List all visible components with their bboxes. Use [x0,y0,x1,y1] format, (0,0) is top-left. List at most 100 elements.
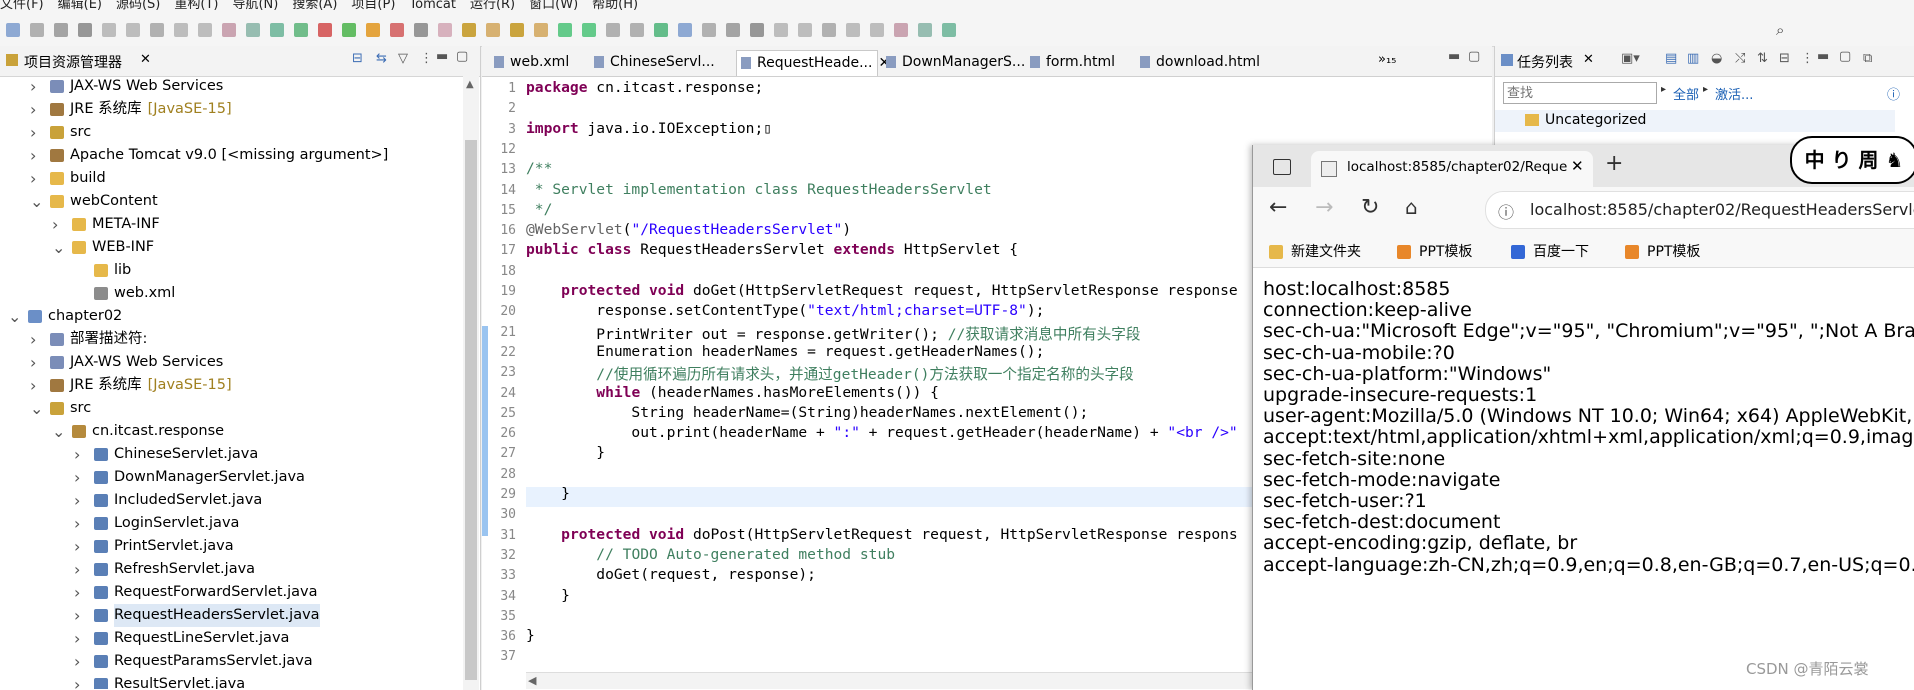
menu-item[interactable]: 文件(F) [0,0,44,12]
address-bar[interactable]: ⓘ localhost:8585/chapter02/RequestHeader… [1485,191,1914,229]
twisty-icon[interactable]: › [74,650,80,673]
forward-icon[interactable]: → [1315,195,1333,220]
tree-item[interactable]: › ResultServlet.java [0,673,462,689]
menu-item[interactable]: 导航(N) [232,0,278,12]
code-line[interactable]: protected void doPost(HttpServletRequest… [526,526,1238,543]
code-line[interactable]: package cn.itcast.response; [526,79,763,96]
code-line[interactable]: out.print(headerName + ":" + request.get… [526,424,1237,441]
toolbar-button-icon[interactable] [54,23,68,37]
toolbar-button-icon[interactable] [822,23,836,37]
code-line[interactable]: doGet(request, response); [526,566,816,583]
toolbar-button-icon[interactable] [222,23,236,37]
tree-item[interactable]: › RequestLineServlet.java [0,627,462,650]
toolbar-button-icon[interactable] [702,23,716,37]
twisty-icon[interactable]: › [30,121,36,144]
tree-item[interactable]: › Apache Tomcat v9.0 [<missing argument>] [0,144,462,167]
menu-item[interactable]: 运行(R) [470,0,515,12]
maximize-icon[interactable]: ▢ [1468,49,1480,64]
tree-item[interactable]: › JRE 系统库 [JavaSE-15] [0,98,462,121]
toolbar-button-icon[interactable] [462,23,476,37]
twisty-icon[interactable]: › [74,535,80,558]
editor-tab[interactable]: RequestHeade... ✕ [736,50,890,76]
twisty-icon[interactable]: › [30,167,36,190]
code-line[interactable]: public class RequestHeadersServlet exten… [526,241,1018,258]
help-icon[interactable]: ⓘ [1887,84,1900,103]
scheduled-icon[interactable]: ▥ [1687,51,1699,66]
code-line[interactable]: // TODO Auto-generated method stub [526,546,895,563]
sync-icon[interactable]: ⇅ [1757,51,1768,66]
twisty-icon[interactable]: › [74,627,80,650]
toolbar-button-icon[interactable] [414,23,428,37]
code-line[interactable]: //使用循环遍历所有请求头，并通过getHeader()方法获取一个指定名称的头… [526,363,1133,384]
twisty-icon[interactable]: › [74,489,80,512]
tree-item[interactable]: › META-INF [0,213,462,236]
tree-item[interactable]: › IncludedServlet.java [0,489,462,512]
twisty-icon[interactable]: › [74,581,80,604]
bookmark-item[interactable]: PPT模板 [1625,241,1700,261]
twisty-icon[interactable]: › [74,558,80,581]
home-icon[interactable]: ⌂ [1405,195,1418,219]
twisty-icon[interactable]: › [30,351,36,374]
toolbar-button-icon[interactable] [78,23,92,37]
menu-item[interactable]: 帮助(H) [592,0,638,12]
activate-link[interactable]: 激活... [1715,84,1753,103]
close-icon[interactable]: ✕ [1583,52,1594,67]
toolbar-button-icon[interactable] [486,23,500,37]
twisty-icon[interactable]: › [52,213,58,236]
toolbar-button-icon[interactable] [318,23,332,37]
code-line[interactable]: */ [526,201,553,218]
twisty-icon[interactable]: › [30,98,36,121]
menu-item[interactable]: Tomcat [409,0,456,12]
tree-item[interactable]: › build [0,167,462,190]
close-icon[interactable]: ✕ [140,52,151,67]
minimize-icon[interactable]: ▬ [436,49,448,64]
editor-tab[interactable]: DownManagerS... [882,50,1025,75]
view-menu-icon[interactable]: ⋮ [1801,51,1814,66]
menu-item[interactable]: 重构(T) [174,0,218,12]
filter-icon[interactable]: ▽ [398,51,408,66]
twisty-icon[interactable]: › [74,512,80,535]
bookmark-item[interactable]: PPT模板 [1397,241,1472,261]
toolbar-button-icon[interactable] [6,23,20,37]
code-line[interactable]: /** [526,160,552,177]
minimize-icon[interactable]: ▬ [1817,49,1829,64]
task-search-input[interactable] [1503,82,1657,104]
toolbar-button-icon[interactable] [366,23,380,37]
toolbar-button-icon[interactable] [270,23,284,37]
menu-item[interactable]: 搜索(A) [292,0,337,12]
tab-overflow-label[interactable]: »₁₅ [1378,52,1396,67]
tree-item[interactable]: › JAX-WS Web Services [0,77,462,98]
toolbar-button-icon[interactable] [150,23,164,37]
bookmark-item[interactable]: 百度一下 [1511,241,1589,261]
tree-item[interactable]: ⌄ chapter02 [0,305,462,328]
tree-item[interactable]: › JRE 系统库 [JavaSE-15] [0,374,462,397]
toolbar-button-icon[interactable] [30,23,44,37]
restore-icon[interactable]: ⧉ [1863,51,1872,66]
hide-completed-icon[interactable]: ⤭ [1735,51,1745,66]
tree-item[interactable]: › RequestHeadersServlet.java [0,604,462,627]
code-line[interactable]: } [526,587,570,604]
tree-scrollbar-thumb[interactable] [465,140,477,680]
tree-item[interactable]: › ChineseServlet.java [0,443,462,466]
menu-item[interactable]: 窗口(W) [529,0,578,12]
close-tab-icon[interactable]: ✕ [1571,157,1584,175]
toolbar-button-icon[interactable] [198,23,212,37]
tree-item[interactable]: ⌄ src [0,397,462,420]
tree-item[interactable]: › PrintServlet.java [0,535,462,558]
toolbar-button-icon[interactable] [750,23,764,37]
categorized-icon[interactable]: ▤ [1665,51,1677,66]
tree-item[interactable]: ⌄ cn.itcast.response [0,420,462,443]
menu-item[interactable]: 源码(S) [116,0,160,12]
info-icon[interactable]: ⓘ [1498,199,1514,223]
tree-item[interactable]: › 部署描述符: [0,328,462,351]
twisty-icon[interactable]: › [74,604,80,627]
collapse-all-icon[interactable]: ⊟ [352,51,363,66]
tree-item[interactable]: › RequestForwardServlet.java [0,581,462,604]
toolbar-button-icon[interactable] [630,23,644,37]
tree-item[interactable]: › DownManagerServlet.java [0,466,462,489]
toolbar-button-icon[interactable] [942,23,956,37]
search-icon[interactable]: ⌕ [1776,21,1784,39]
toolbar-button-icon[interactable] [558,23,572,37]
toolbar-button-icon[interactable] [894,23,908,37]
toolbar-button-icon[interactable] [870,23,884,37]
